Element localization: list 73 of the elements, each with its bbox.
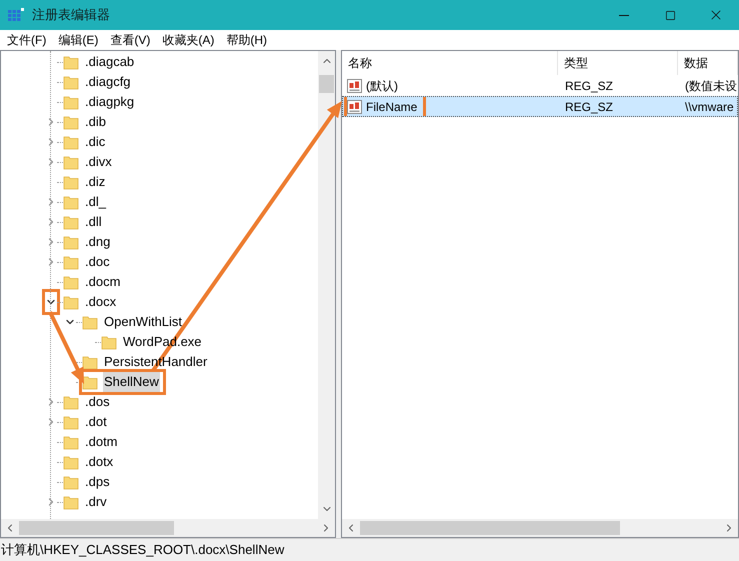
menu-item[interactable]: 编辑(E) — [52, 31, 104, 49]
tree-item[interactable]: .dll — [63, 212, 106, 232]
tree-item[interactable]: .dotm — [63, 432, 122, 452]
value-row[interactable]: (默认) REG_SZ (数值未设 — [342, 75, 738, 96]
folder-icon — [63, 214, 79, 230]
folder-icon — [82, 374, 98, 390]
folder-icon — [63, 414, 79, 430]
tree-item[interactable]: .dl_ — [63, 192, 110, 212]
column-header[interactable]: 类型 — [558, 51, 678, 75]
folder-icon — [63, 294, 79, 310]
tree-item[interactable]: .doc — [63, 252, 114, 272]
maximize-icon — [664, 10, 676, 20]
folder-icon — [63, 254, 79, 270]
menu-item[interactable]: 查看(V) — [104, 31, 156, 49]
status-path: 计算机\HKEY_CLASSES_ROOT\.docx\ShellNew — [1, 541, 284, 560]
tree-item[interactable]: OpenWithList — [82, 312, 186, 332]
tree-item[interactable]: .divx — [63, 152, 116, 172]
tree-item[interactable]: .diagcab — [63, 52, 138, 72]
string-value-icon — [347, 98, 363, 114]
tree-item[interactable]: .docx — [63, 292, 120, 312]
folder-icon — [63, 134, 79, 150]
folder-icon — [63, 274, 79, 290]
folder-icon — [82, 354, 98, 370]
folder-icon — [63, 494, 79, 510]
horizontal-scrollbar[interactable] — [342, 519, 738, 537]
folder-icon — [63, 474, 79, 490]
string-value-icon — [347, 78, 363, 94]
selected-value-row[interactable]: FileName REG_SZ \\vmware — [342, 96, 738, 117]
tree-item[interactable]: .dotx — [63, 452, 118, 472]
value-name: FileName — [347, 97, 424, 116]
tree-item[interactable]: .dic — [63, 132, 110, 152]
folder-icon — [82, 314, 98, 330]
scroll-thumb[interactable] — [19, 521, 174, 535]
folder-icon — [63, 74, 79, 90]
window-title: 注册表编辑器 — [32, 6, 110, 24]
tree-item[interactable]: .dot — [63, 412, 111, 432]
folder-icon — [63, 154, 79, 170]
tree-item[interactable]: .dps — [63, 472, 114, 492]
folder-icon — [63, 94, 79, 110]
menu-item[interactable]: 文件(F) — [1, 31, 52, 49]
tree-item[interactable]: .diagpkg — [63, 92, 138, 112]
folder-icon — [63, 194, 79, 210]
scroll-thumb[interactable] — [319, 75, 334, 93]
folder-icon — [63, 454, 79, 470]
folder-icon — [63, 234, 79, 250]
tree-item[interactable]: .diagcfg — [63, 72, 135, 92]
tree-item[interactable]: .docm — [63, 272, 124, 292]
column-header[interactable]: 数据 — [678, 51, 738, 75]
tree-item[interactable]: .dng — [63, 232, 114, 252]
tree-item[interactable]: .drv — [63, 492, 111, 512]
tree-item[interactable]: .dos — [63, 392, 114, 412]
expander-toggle[interactable] — [45, 292, 57, 312]
horizontal-scrollbar[interactable] — [1, 519, 335, 537]
menu-item[interactable]: 收藏夹(A) — [156, 31, 220, 49]
minimize-icon — [619, 14, 629, 16]
value-data: (数值未设 — [685, 78, 737, 94]
tree-item[interactable]: .dib — [63, 112, 110, 132]
app-icon — [8, 8, 24, 22]
value-type: REG_SZ — [565, 98, 614, 116]
value-name: (默认) — [347, 76, 404, 95]
folder-icon — [63, 434, 79, 450]
scroll-thumb[interactable] — [360, 521, 620, 535]
value-data: \\vmware — [685, 98, 734, 116]
folder-icon — [63, 394, 79, 410]
tree-item[interactable]: .diz — [63, 172, 110, 192]
value-type: REG_SZ — [565, 78, 614, 94]
column-header[interactable]: 名称 — [342, 51, 558, 75]
vertical-scrollbar[interactable] — [318, 51, 335, 519]
folder-icon — [63, 174, 79, 190]
folder-icon — [101, 334, 117, 350]
folder-icon — [63, 54, 79, 70]
menu-item[interactable]: 帮助(H) — [220, 31, 273, 49]
folder-icon — [63, 114, 79, 130]
